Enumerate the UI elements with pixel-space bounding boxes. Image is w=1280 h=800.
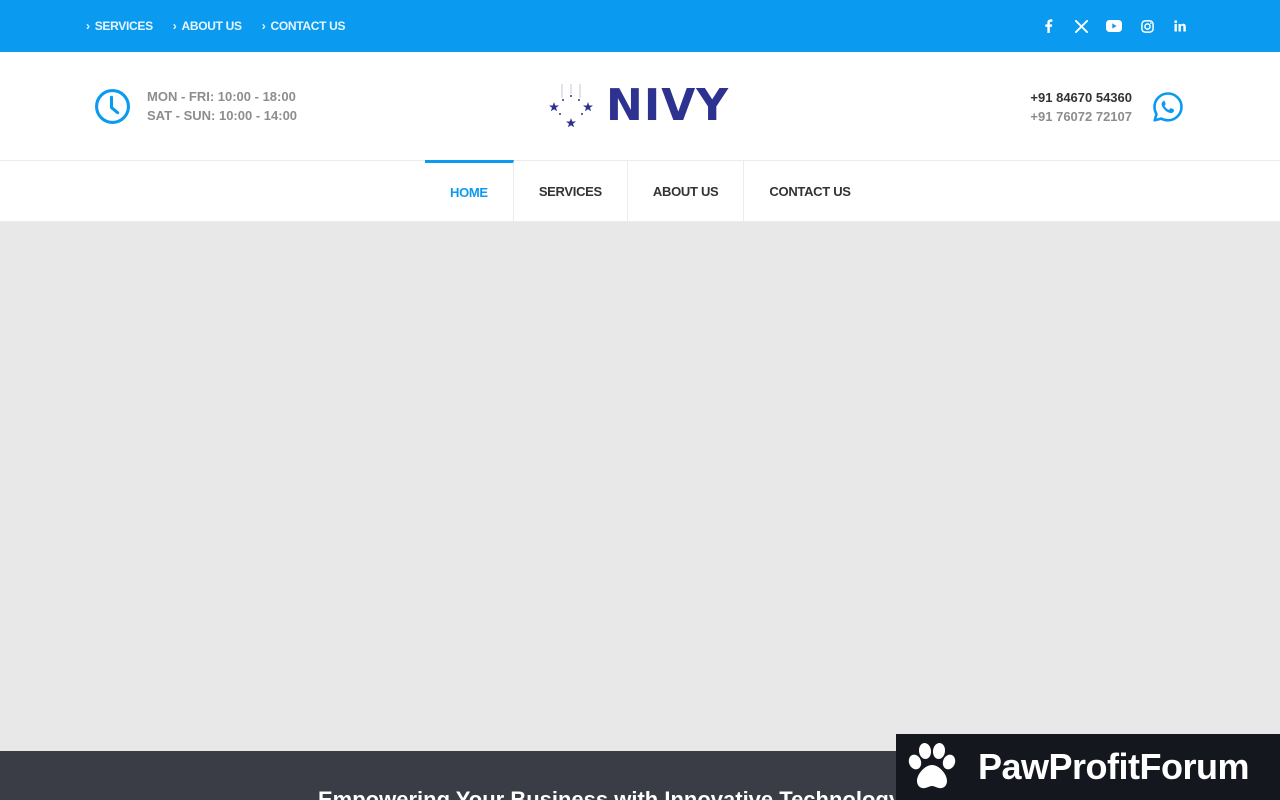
- logo-wordmark: NIVY: [606, 80, 730, 131]
- top-link-contact-us[interactable]: › CONTACT US: [261, 19, 346, 33]
- chevron-right-icon: ›: [261, 19, 266, 33]
- nav-item-about-us[interactable]: ABOUT US: [628, 160, 745, 222]
- paw-icon: [908, 743, 956, 789]
- social-links: [1040, 0, 1188, 52]
- clock-icon: [95, 88, 130, 124]
- top-bar: › SERVICES › ABOUT US › CONTACT US: [0, 0, 1280, 52]
- youtube-icon[interactable]: [1106, 18, 1122, 34]
- top-link-about-us[interactable]: › ABOUT US: [173, 19, 242, 33]
- site-header: MON - FRI: 10:00 - 18:00 SAT - SUN: 10:0…: [0, 52, 1280, 160]
- chevron-right-icon: ›: [172, 19, 177, 33]
- hours-weekdays: MON - FRI: 10:00 - 18:00: [147, 89, 296, 104]
- main-nav: HOME SERVICES ABOUT US CONTACT US: [0, 160, 1280, 222]
- chevron-right-icon: ›: [86, 19, 90, 33]
- phone-secondary[interactable]: +91 76072 72107: [1030, 107, 1132, 126]
- nav-item-services[interactable]: SERVICES: [514, 160, 628, 222]
- x-icon[interactable]: [1073, 18, 1089, 34]
- forum-badge[interactable]: PawProfitForum: [896, 734, 1280, 800]
- stars-logo-icon: [549, 84, 593, 128]
- tagline-heading: Empowering Your Business with Innovative…: [318, 787, 969, 800]
- whatsapp-icon[interactable]: [1152, 91, 1184, 123]
- hours-weekend: SAT - SUN: 10:00 - 14:00: [147, 108, 298, 123]
- top-link-services[interactable]: › SERVICES: [86, 19, 153, 33]
- top-nav: › SERVICES › ABOUT US › CONTACT US: [86, 0, 346, 52]
- hero-banner: [0, 222, 1280, 751]
- linkedin-icon[interactable]: [1172, 18, 1188, 34]
- facebook-icon[interactable]: [1040, 18, 1056, 34]
- business-hours: MON - FRI: 10:00 - 18:00 SAT - SUN: 10:0…: [94, 87, 297, 125]
- instagram-icon[interactable]: [1139, 18, 1155, 34]
- phone-primary[interactable]: +91 84670 54360: [1030, 88, 1132, 107]
- site-logo[interactable]: NIVY: [548, 82, 729, 130]
- forum-name: PawProfitForum: [978, 746, 1250, 787]
- nav-item-contact-us[interactable]: CONTACT US: [744, 160, 875, 222]
- nav-item-home[interactable]: HOME: [425, 160, 514, 222]
- contact-info: +91 84670 54360 +91 76072 72107: [1030, 88, 1184, 126]
